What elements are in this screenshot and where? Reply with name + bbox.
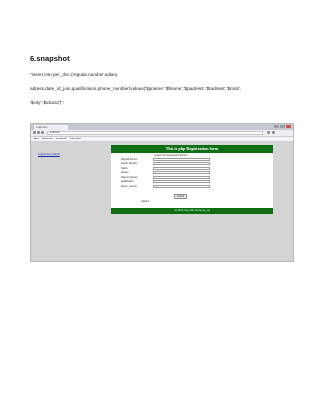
close-icon[interactable]: [286, 125, 291, 128]
qualification-input[interactable]: [153, 180, 210, 184]
bookmark-bookmarks[interactable]: Bookmarks: [42, 137, 53, 141]
submit-button[interactable]: Submit: [174, 194, 187, 199]
menu-icon[interactable]: [272, 131, 275, 134]
window-controls: [274, 125, 291, 128]
doctor-number-input[interactable]: [153, 162, 210, 166]
sql-code-line-2: adress,date_of_join,qualification,phone_…: [30, 86, 242, 91]
back-icon[interactable]: [33, 131, 36, 134]
field-label-adress: Adress: [121, 171, 129, 174]
browser-screenshot: a php form localhost/ Apps Bookmarks Dow…: [30, 123, 294, 262]
logout-link[interactable]: Logout from Admin: [38, 153, 60, 156]
bookmark-downloads[interactable]: Downloads: [56, 137, 67, 141]
bookmark-yahoo-mail[interactable]: Yahoo Mail: [70, 137, 81, 141]
field-label-qualification: qualification: [121, 180, 134, 183]
field-label-regular-doctor: Regular Doctor: [121, 157, 138, 161]
phone-number-input[interactable]: [153, 184, 210, 188]
field-label-date-of-joining: Date of Joining: [121, 175, 137, 179]
field-label-salary: Salary: [121, 166, 128, 170]
reload-icon[interactable]: [41, 131, 44, 134]
date-of-joining-input[interactable]: [153, 175, 210, 179]
browser-toolbar: localhost/: [31, 130, 293, 137]
sql-code-line-1: "insert into per_doc (regular,number,sal…: [30, 72, 119, 77]
registration-form: Insert into Permanent Doctor Regular Doc…: [111, 153, 273, 208]
field-label-doctor-number: Doctor Number: [121, 162, 138, 165]
upload-label: Upload: [141, 200, 149, 203]
form-footer: (c) 2014 copy write of php my_sql: [111, 208, 273, 214]
bookmark-apps[interactable]: Apps: [34, 137, 39, 141]
section-heading: 6.snapshot: [30, 54, 70, 63]
adress-input[interactable]: [153, 171, 210, 175]
regular-doctor-input[interactable]: [153, 157, 210, 161]
minimize-icon[interactable]: [274, 125, 279, 128]
bookmarks-bar: Apps Bookmarks Downloads Yahoo Mail: [31, 137, 293, 142]
maximize-icon[interactable]: [280, 125, 285, 128]
star-icon[interactable]: [267, 131, 270, 134]
form-header: This is php Registration form: [111, 145, 273, 153]
field-label-phone-number: phone_number: [121, 184, 138, 188]
address-bar[interactable]: localhost/: [47, 131, 263, 135]
salary-input[interactable]: [153, 166, 210, 170]
sql-code-line-3: '$city','$idcard')";: [30, 100, 65, 105]
forward-icon[interactable]: [37, 131, 40, 134]
